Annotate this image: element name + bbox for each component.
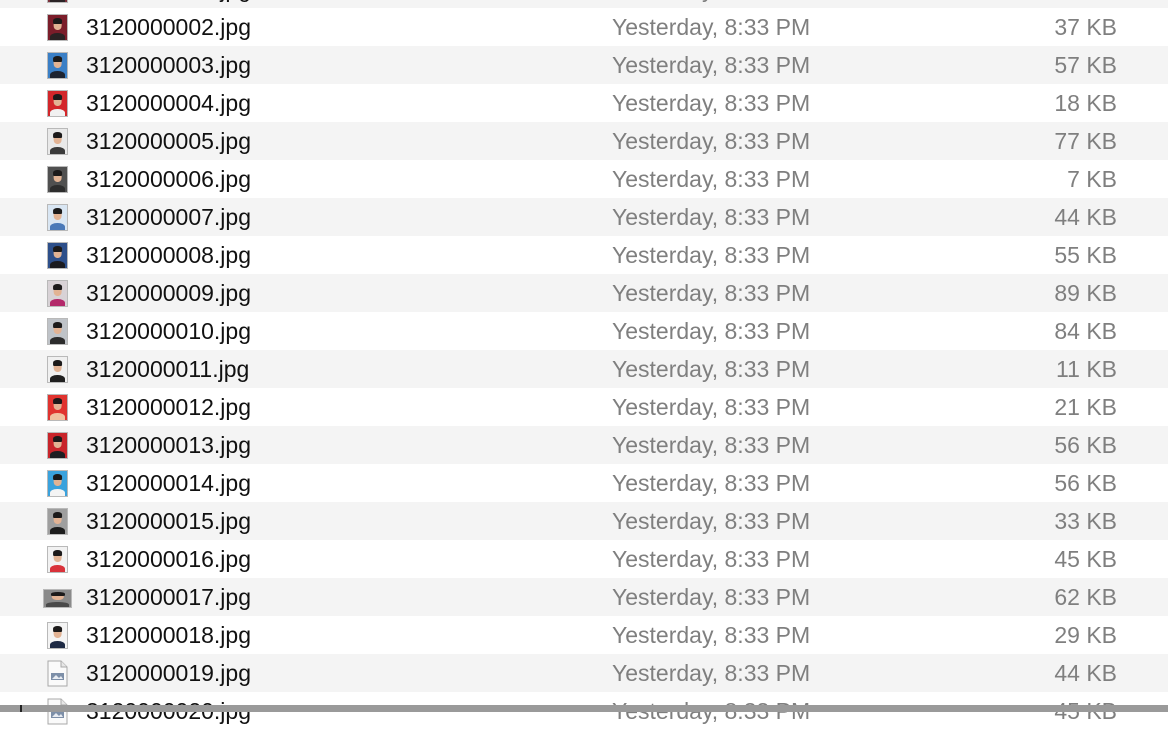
file-size: 37 KB bbox=[1054, 14, 1117, 40]
file-row[interactable]: 3120000018.jpg Yesterday, 8:33 PM 29 KB bbox=[0, 616, 1168, 654]
file-name: 3120000009.jpg bbox=[86, 280, 251, 306]
file-row[interactable]: 3120000007.jpg Yesterday, 8:33 PM 44 KB bbox=[0, 198, 1168, 236]
photo-thumbnail-icon bbox=[47, 394, 68, 421]
photo-thumbnail-icon bbox=[47, 546, 68, 573]
date-modified: Yesterday, 8:33 PM bbox=[612, 394, 811, 420]
file-row[interactable]: 3120000019.jpg Yesterday, 8:33 PM 44 KB bbox=[0, 654, 1168, 692]
file-row[interactable]: 3120000009.jpg Yesterday, 8:33 PM 89 KB bbox=[0, 274, 1168, 312]
file-row[interactable]: 3120000004.jpg Yesterday, 8:33 PM 18 KB bbox=[0, 84, 1168, 122]
photo-thumbnail-icon bbox=[47, 432, 68, 459]
file-size: 45 KB bbox=[1054, 546, 1117, 572]
date-modified: Yesterday, 8:33 PM bbox=[612, 90, 811, 116]
file-size: 89 KB bbox=[1054, 280, 1117, 306]
file-name: 3120000001.jpg bbox=[86, 0, 251, 8]
date-modified: Yesterday, 8:33 PM bbox=[612, 470, 811, 496]
file-size: 11 KB bbox=[1056, 356, 1117, 382]
file-name: 3120000019.jpg bbox=[86, 660, 251, 686]
date-modified: Yesterday, 8:33 PM bbox=[612, 508, 811, 534]
date-modified: Yesterday, 8:33 PM bbox=[612, 14, 811, 40]
date-modified: Yesterday, 8:33 PM bbox=[612, 166, 811, 192]
file-row[interactable]: 3120000013.jpg Yesterday, 8:33 PM 56 KB bbox=[0, 426, 1168, 464]
file-name: 3120000006.jpg bbox=[86, 166, 251, 192]
file-size: 62 KB bbox=[1054, 584, 1117, 610]
photo-thumbnail-icon bbox=[47, 166, 68, 193]
file-name: 3120000016.jpg bbox=[86, 546, 251, 572]
file-size: 18 KB bbox=[1054, 90, 1117, 116]
file-name: 3120000018.jpg bbox=[86, 622, 251, 648]
date-modified: Yesterday, 8:33 PM bbox=[612, 52, 811, 78]
photo-thumbnail-icon bbox=[47, 622, 68, 649]
file-name: 3120000012.jpg bbox=[86, 394, 251, 420]
photo-thumbnail-icon bbox=[47, 318, 68, 345]
photo-thumbnail-icon bbox=[47, 508, 68, 535]
date-modified: Yesterday, 8:33 PM bbox=[612, 622, 811, 648]
file-name: 3120000007.jpg bbox=[86, 204, 251, 230]
file-row[interactable]: 3120000011.jpg Yesterday, 8:33 PM 11 KB bbox=[0, 350, 1168, 388]
column-divider bbox=[20, 705, 22, 712]
date-modified: Yesterday, 8:33 PM bbox=[612, 128, 811, 154]
file-row[interactable]: 3120000010.jpg Yesterday, 8:33 PM 84 KB bbox=[0, 312, 1168, 350]
file-size: 29 KB bbox=[1054, 622, 1117, 648]
file-size: 44 KB bbox=[1054, 660, 1117, 686]
file-size: 77 KB bbox=[1054, 128, 1117, 154]
photo-thumbnail-icon bbox=[47, 356, 68, 383]
file-row[interactable]: 3120000005.jpg Yesterday, 8:33 PM 77 KB bbox=[0, 122, 1168, 160]
date-modified: Yesterday, 8:33 PM bbox=[612, 280, 811, 306]
file-row[interactable]: 3120000012.jpg Yesterday, 8:33 PM 21 KB bbox=[0, 388, 1168, 426]
file-size: 57 KB bbox=[1054, 52, 1117, 78]
file-size: 56 KB bbox=[1054, 470, 1117, 496]
file-row[interactable]: 3120000015.jpg Yesterday, 8:33 PM 33 KB bbox=[0, 502, 1168, 540]
file-name: 3120000011.jpg bbox=[86, 356, 250, 382]
file-name: 3120000010.jpg bbox=[86, 318, 251, 344]
file-size: 84 KB bbox=[1054, 318, 1117, 344]
date-modified: Yesterday, 8:33 PM bbox=[612, 584, 811, 610]
date-modified: Yesterday, 8:33 PM bbox=[612, 0, 810, 8]
file-size: 7 KB bbox=[1067, 166, 1117, 192]
file-size: 33 KB bbox=[1054, 508, 1117, 534]
file-name: 3120000014.jpg bbox=[86, 470, 251, 496]
file-size: 44 KB bbox=[1054, 204, 1117, 230]
file-size: 55 KB bbox=[1054, 242, 1117, 268]
file-row[interactable]: 3120000002.jpg Yesterday, 8:33 PM 37 KB bbox=[0, 8, 1168, 46]
file-row[interactable]: 3120000001.jpg Yesterday, 8:33 PM bbox=[0, 0, 1168, 8]
photo-thumbnail-icon bbox=[47, 52, 68, 79]
file-row[interactable]: 3120000017.jpg Yesterday, 8:33 PM 62 KB bbox=[0, 578, 1168, 616]
photo-thumbnail-icon bbox=[43, 589, 72, 608]
photo-thumbnail-icon bbox=[47, 90, 68, 117]
file-name: 3120000002.jpg bbox=[86, 14, 251, 40]
jpeg-document-icon bbox=[47, 660, 68, 687]
date-modified: Yesterday, 8:33 PM bbox=[612, 356, 811, 382]
date-modified: Yesterday, 8:33 PM bbox=[612, 546, 811, 572]
photo-thumbnail-icon bbox=[47, 242, 68, 269]
photo-thumbnail-icon bbox=[47, 128, 68, 155]
file-name: 3120000008.jpg bbox=[86, 242, 251, 268]
file-name: 3120000004.jpg bbox=[86, 90, 251, 116]
date-modified: Yesterday, 8:33 PM bbox=[612, 660, 811, 686]
date-modified: Yesterday, 8:33 PM bbox=[612, 432, 811, 458]
file-row[interactable]: 3120000016.jpg Yesterday, 8:33 PM 45 KB bbox=[0, 540, 1168, 578]
file-name: 3120000015.jpg bbox=[86, 508, 251, 534]
file-size: 21 KB bbox=[1054, 394, 1117, 420]
file-name: 3120000003.jpg bbox=[86, 52, 251, 78]
file-row[interactable]: 3120000006.jpg Yesterday, 8:33 PM 7 KB bbox=[0, 160, 1168, 198]
file-row[interactable]: 3120000003.jpg Yesterday, 8:33 PM 57 KB bbox=[0, 46, 1168, 84]
file-name: 3120000017.jpg bbox=[86, 584, 251, 610]
photo-thumbnail-icon bbox=[47, 470, 68, 497]
photo-thumbnail-icon bbox=[47, 280, 68, 307]
photo-thumbnail-icon bbox=[47, 14, 68, 41]
file-size: 56 KB bbox=[1054, 432, 1117, 458]
file-list: 3120000001.jpgYesterday, 8:33 PM31200000… bbox=[0, 0, 1168, 730]
photo-thumbnail-icon bbox=[47, 0, 68, 3]
file-name: 3120000013.jpg bbox=[86, 432, 251, 458]
file-row[interactable]: 3120000014.jpg Yesterday, 8:33 PM 56 KB bbox=[0, 464, 1168, 502]
photo-thumbnail-icon bbox=[47, 204, 68, 231]
file-row[interactable]: 3120000008.jpg Yesterday, 8:33 PM 55 KB bbox=[0, 236, 1168, 274]
date-modified: Yesterday, 8:33 PM bbox=[612, 204, 811, 230]
window-bottom-edge bbox=[0, 705, 1168, 712]
date-modified: Yesterday, 8:33 PM bbox=[612, 242, 811, 268]
file-name: 3120000005.jpg bbox=[86, 128, 251, 154]
date-modified: Yesterday, 8:33 PM bbox=[612, 318, 811, 344]
